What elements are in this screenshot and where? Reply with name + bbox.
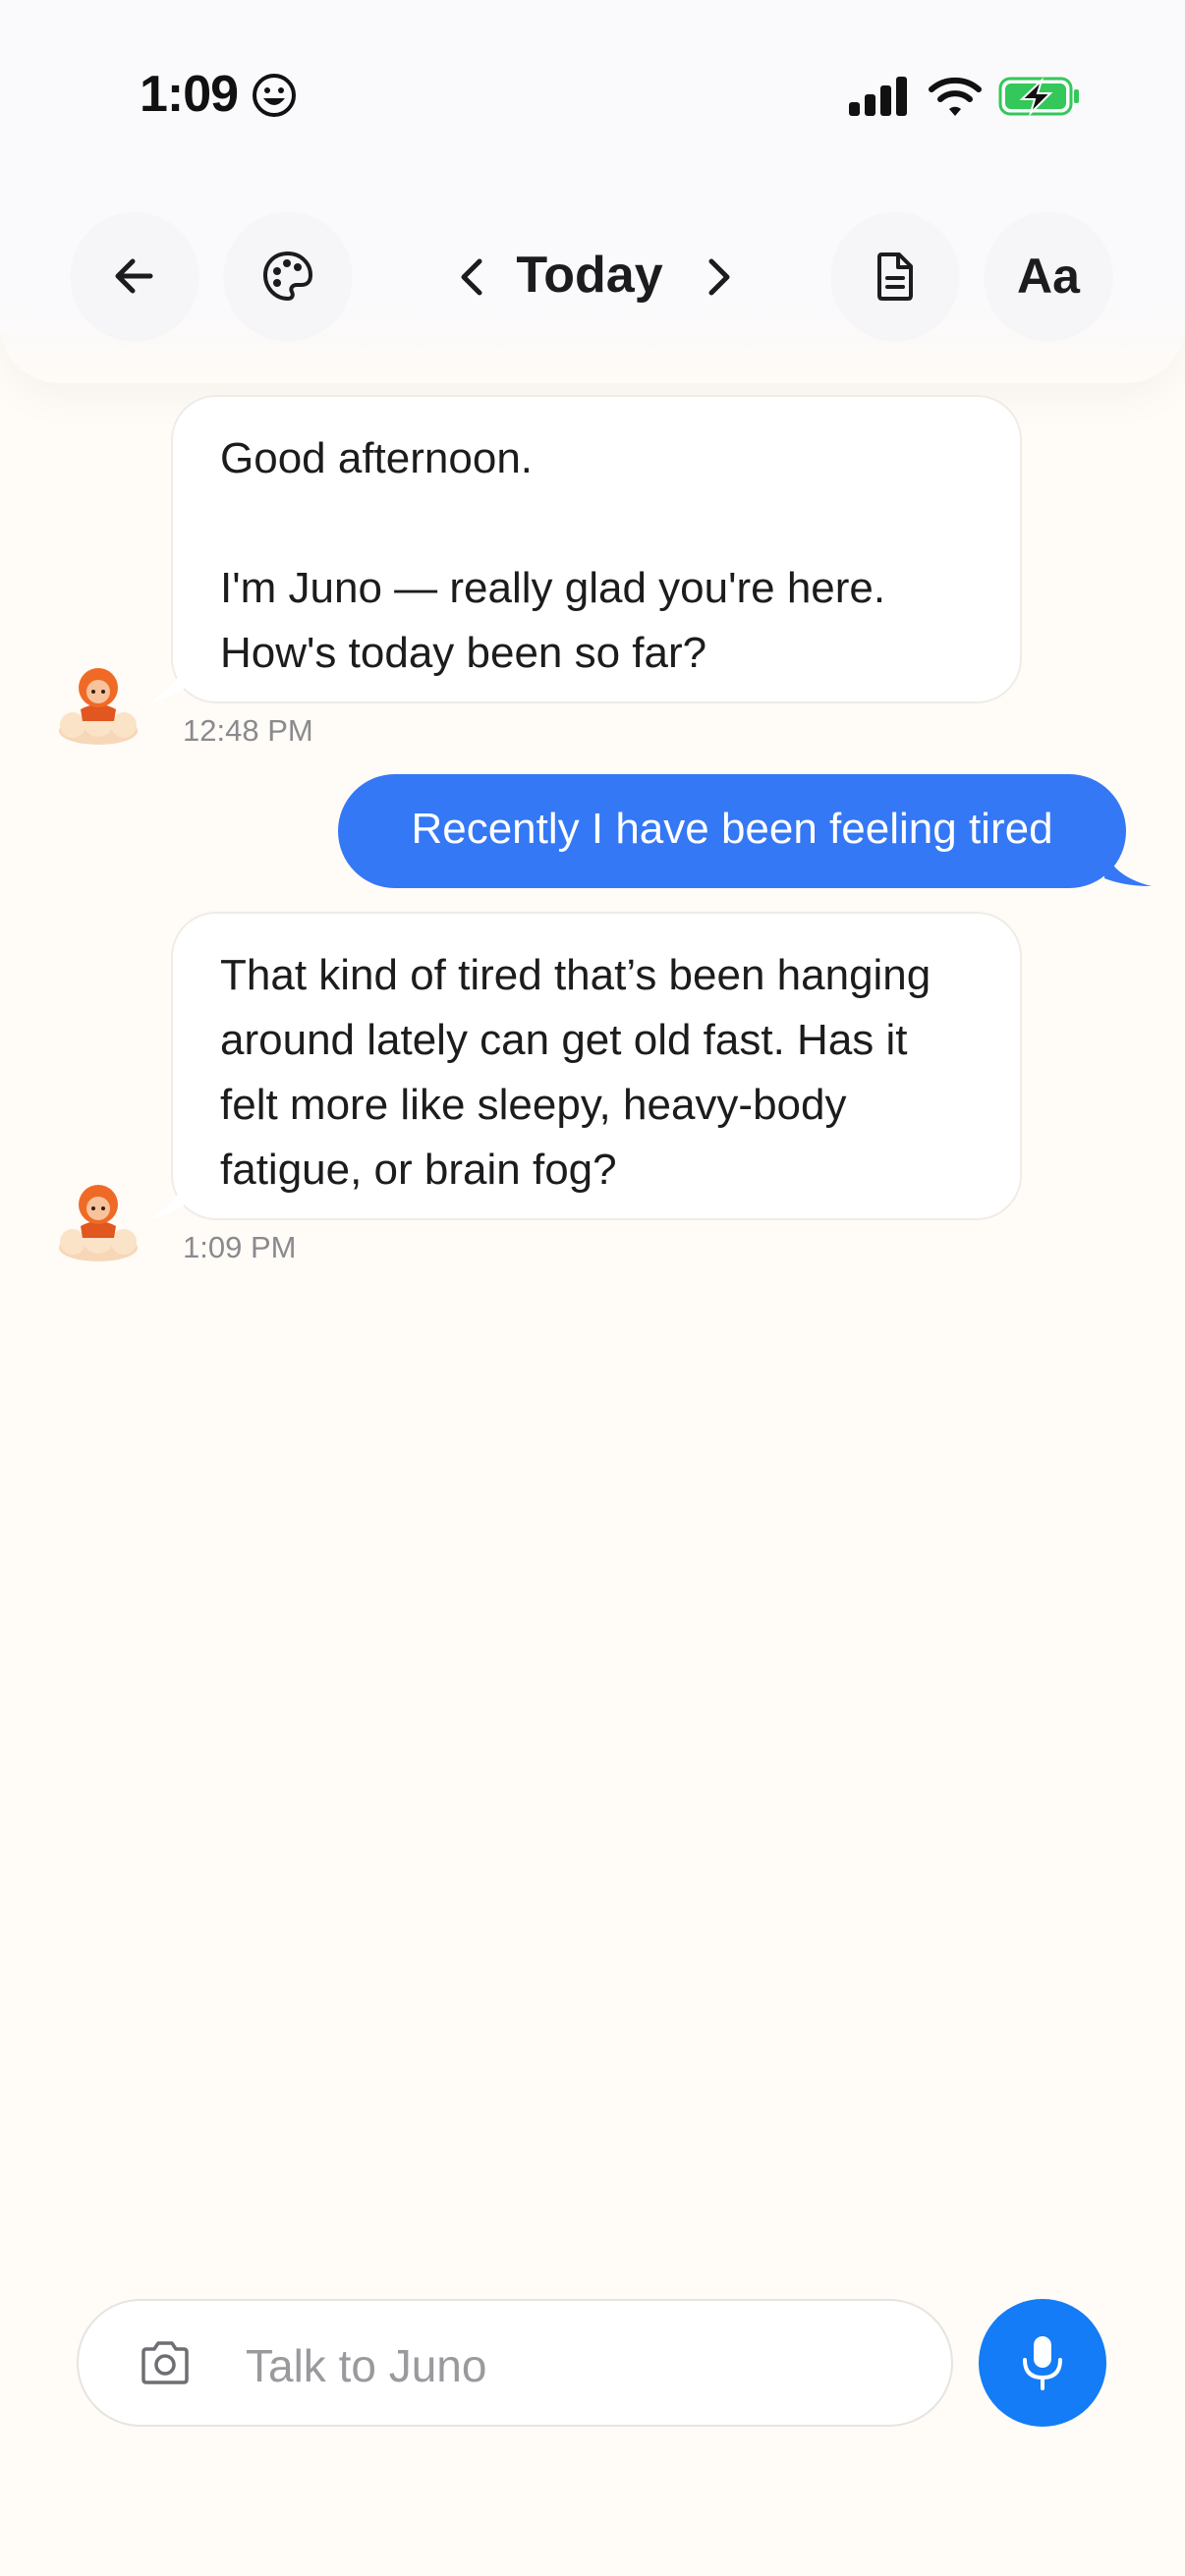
date-navigator: Today xyxy=(432,232,753,322)
status-time: 1:09 xyxy=(140,66,239,123)
message-input[interactable] xyxy=(244,2330,916,2401)
assistant-message: That kind of tired that’s been hanging a… xyxy=(171,912,1022,1220)
user-message: Recently I have been feeling tired xyxy=(338,774,1126,888)
palette-icon xyxy=(263,252,312,301)
message-composer xyxy=(77,2299,953,2427)
document-button[interactable] xyxy=(831,212,959,340)
microphone-icon xyxy=(1023,2336,1062,2390)
voice-input-button[interactable] xyxy=(979,2299,1106,2427)
wifi-icon xyxy=(929,77,982,116)
bubble-tail xyxy=(149,1165,214,1220)
camera-icon[interactable] xyxy=(138,2340,193,2385)
battery-charging-icon xyxy=(998,77,1079,117)
chevron-right-icon[interactable] xyxy=(690,250,745,305)
cellular-signal-icon xyxy=(849,77,907,116)
bubble-tail xyxy=(149,648,214,703)
message-timestamp: 1:09 PM xyxy=(183,1230,297,1264)
back-button[interactable] xyxy=(71,212,198,340)
juno-avatar xyxy=(59,668,138,745)
date-label: Today xyxy=(516,247,663,304)
theme-palette-button[interactable] xyxy=(224,212,352,340)
smiley-face-icon xyxy=(253,74,296,117)
bubble-tail xyxy=(1104,849,1152,886)
arrow-left-icon xyxy=(115,258,153,294)
font-size-button[interactable]: Aa xyxy=(985,212,1112,340)
assistant-message: Good afternoon. I'm Juno — really glad y… xyxy=(171,395,1022,703)
juno-avatar xyxy=(59,1185,138,1261)
message-timestamp: 12:48 PM xyxy=(183,713,313,748)
document-icon xyxy=(877,252,913,301)
